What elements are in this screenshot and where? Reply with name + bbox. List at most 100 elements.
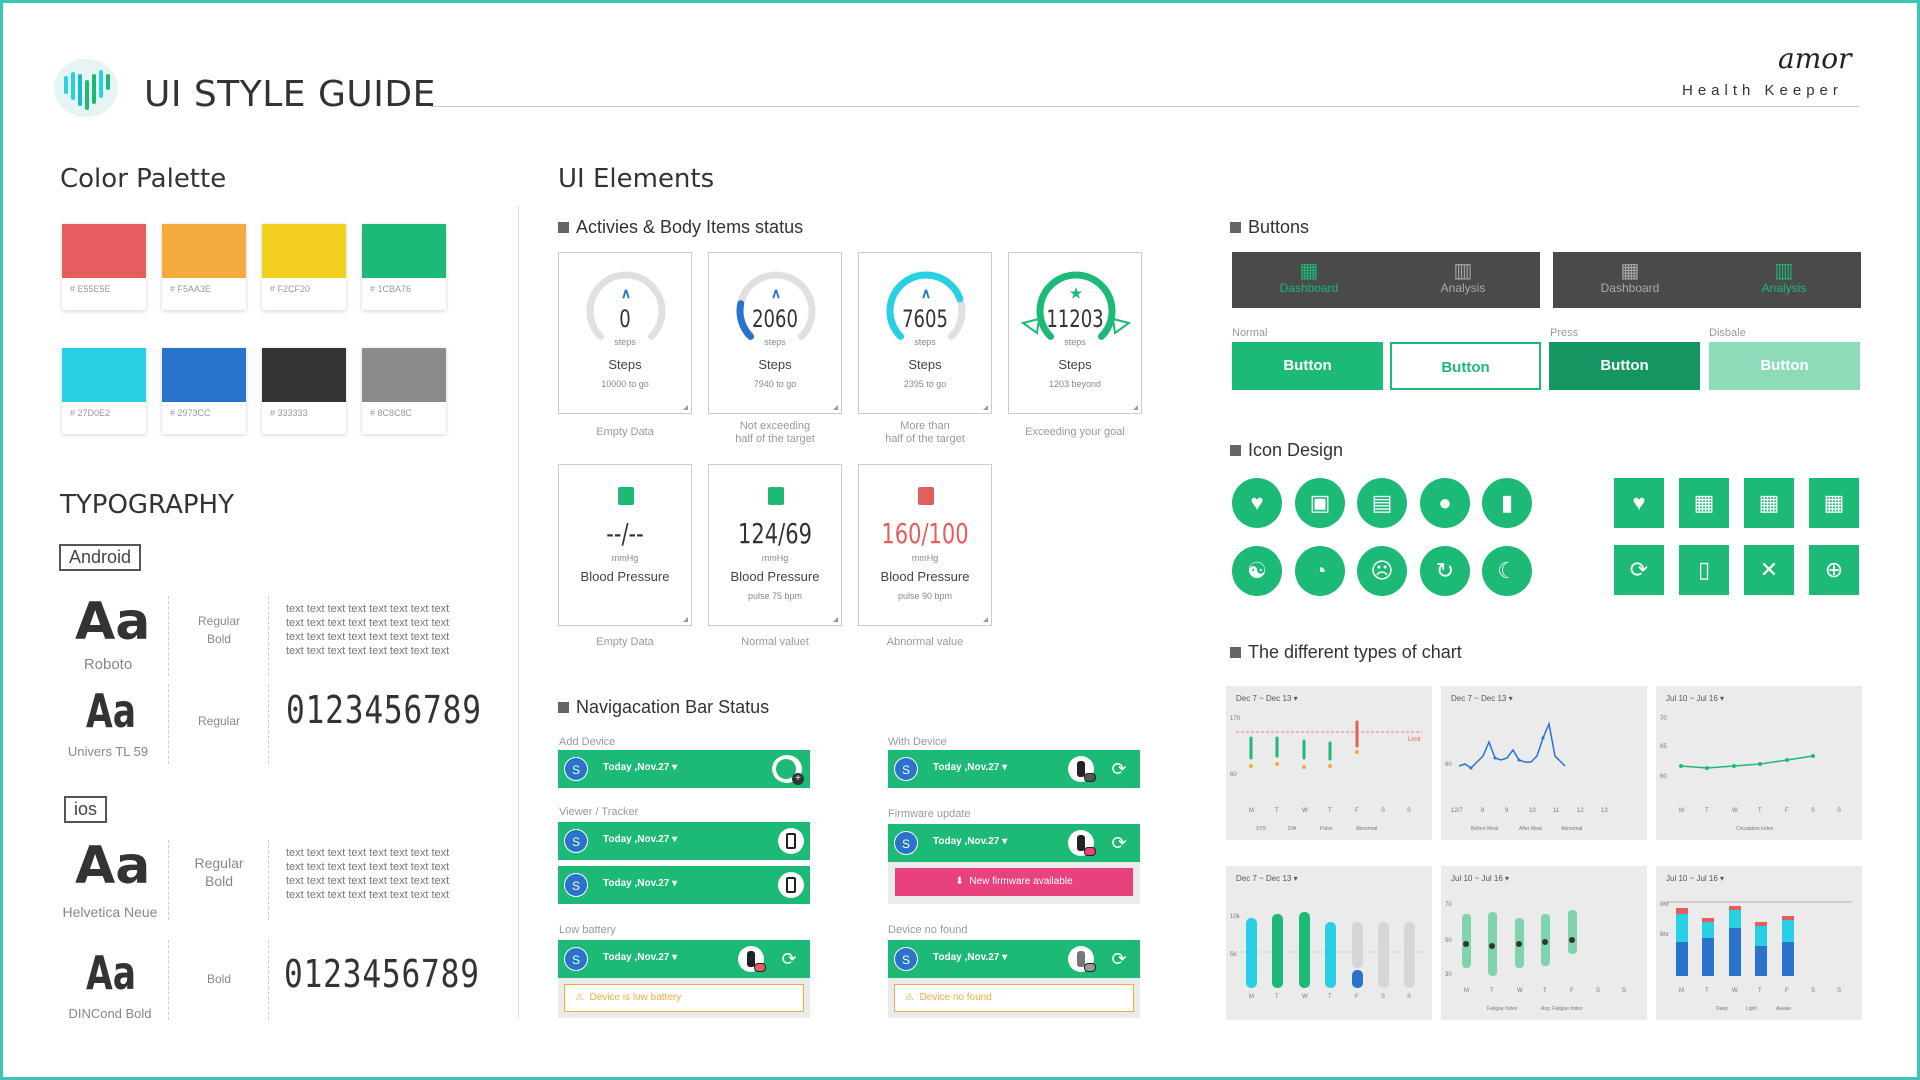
close-icon[interactable]: ✕	[1744, 545, 1794, 595]
step-icon: ∧	[770, 285, 782, 301]
navbar-tracker[interactable]: S Today ,Nov.27 ▾	[558, 866, 810, 904]
band-low-battery-icon[interactable]	[738, 946, 766, 972]
step-card[interactable]: ∧ 0 steps Steps 10000 to go	[558, 252, 692, 414]
heart-chart-icon[interactable]: ♥	[1614, 478, 1664, 528]
navbar-date[interactable]: Today ,Nov.27 ▾	[603, 952, 677, 963]
avatar[interactable]: S	[894, 757, 918, 781]
navbar-add-device[interactable]: S Today ,Nov.27 ▾ +	[558, 750, 810, 788]
dincond-name: DINCond Bold	[68, 1006, 152, 1021]
svg-text:8hr: 8hr	[1660, 902, 1669, 908]
dincond-weights: Bold	[206, 972, 232, 986]
step-card[interactable]: ∧ 7605 steps Steps 2395 to go	[858, 252, 992, 414]
navbar-with-device[interactable]: S Today ,Nov.27 ▾ ⟳	[888, 750, 1140, 788]
calendar-month-icon[interactable]: ▦	[1809, 478, 1859, 528]
pie-icon[interactable]: ◔	[1295, 546, 1345, 596]
svg-text:M: M	[1464, 988, 1469, 994]
swatch-hex: # F5AA3E	[170, 284, 212, 294]
svg-text:S: S	[1596, 988, 1600, 994]
button-pressed[interactable]: Button	[1549, 342, 1700, 390]
tab-dashboard[interactable]: ▦ Dashboard	[1232, 252, 1386, 308]
swatch-color	[262, 348, 346, 402]
svg-text:Limit: Limit	[1408, 737, 1421, 743]
phone-icon[interactable]	[778, 872, 804, 898]
button-outline[interactable]: Button	[1390, 342, 1541, 390]
blood-pressure-icon	[618, 487, 634, 505]
app-logo	[52, 52, 120, 118]
step-card[interactable]: ∧ 2060 steps Steps 7940 to go	[708, 252, 842, 414]
device-icon[interactable]: ▤	[1357, 478, 1407, 528]
type-divider	[268, 940, 269, 1020]
sync-icon[interactable]: ⟳	[1109, 759, 1129, 779]
calendar-week-icon[interactable]: ▦	[1744, 478, 1794, 528]
sync-icon[interactable]: ⟳	[1109, 833, 1129, 853]
avatar[interactable]: S	[564, 757, 588, 781]
navbar-date[interactable]: Today ,Nov.27 ▾	[933, 952, 1007, 963]
step-card[interactable]: ★ 11203 steps Steps 1203 beyond	[1008, 252, 1142, 414]
helvetica-weights: Regular Bold	[194, 855, 244, 889]
svg-text:W: W	[1302, 808, 1308, 814]
tab-analysis[interactable]: ▥ Analysis	[1386, 252, 1540, 308]
band-missing-icon[interactable]	[1068, 946, 1096, 972]
step-card-caption: Empty Data	[596, 426, 654, 438]
svg-text:F: F	[1355, 808, 1359, 814]
avatar[interactable]: S	[894, 831, 918, 855]
svg-text:70: 70	[1445, 902, 1452, 908]
heart-icon[interactable]: ♥	[1232, 478, 1282, 528]
svg-text:Avg. Fatigue Index: Avg. Fatigue Index	[1541, 1006, 1583, 1012]
yin-yang-icon[interactable]: ☯	[1232, 546, 1282, 596]
tab-analysis[interactable]: ▥ Analysis	[1707, 252, 1861, 308]
svg-text:70: 70	[1660, 716, 1667, 722]
svg-text:11: 11	[1553, 808, 1560, 814]
calendar-day-icon[interactable]: ▦	[1679, 478, 1729, 528]
avatar[interactable]: S	[564, 947, 588, 971]
tab-dashboard[interactable]: ▦ Dashboard	[1553, 252, 1707, 308]
step-card-caption: Exceeding your goal	[1025, 426, 1125, 438]
svg-text:65: 65	[1660, 744, 1667, 750]
add-device-icon[interactable]: +	[772, 755, 804, 785]
button-normal[interactable]: Button	[1232, 342, 1383, 390]
navbar-not-found[interactable]: S Today ,Nov.27 ▾ ⟳	[888, 940, 1140, 978]
sync-icon[interactable]: ⟳	[1614, 545, 1664, 595]
svg-text:T: T	[1758, 808, 1762, 814]
navbar-low-battery[interactable]: S Today ,Nov.27 ▾ ⟳	[558, 940, 810, 978]
avatar[interactable]: S	[564, 873, 588, 897]
ios-tag: ios	[64, 796, 108, 823]
sync-icon[interactable]: ⟳	[1109, 949, 1129, 969]
svg-text:Circulation Index: Circulation Index	[1736, 826, 1774, 832]
navbar-date[interactable]: Today ,Nov.27 ▾	[933, 762, 1007, 773]
navbar-date[interactable]: Today ,Nov.27 ▾	[603, 762, 677, 773]
svg-text:Abnormal: Abnormal	[1561, 826, 1582, 832]
phone-icon[interactable]	[778, 828, 804, 854]
blood-pressure-card[interactable]: 160/100 mmHg Blood Pressure pulse 90 bpm	[858, 464, 992, 626]
svg-text:F: F	[1570, 988, 1574, 994]
drop-icon[interactable]: ●	[1420, 478, 1470, 528]
avatar[interactable]: S	[894, 947, 918, 971]
navbar-date[interactable]: Today ,Nov.27 ▾	[603, 834, 677, 845]
sad-face-icon[interactable]: ☹	[1357, 546, 1407, 596]
navbar-date[interactable]: Today ,Nov.27 ▾	[603, 878, 677, 889]
navbar-date[interactable]: Today ,Nov.27 ▾	[933, 836, 1007, 847]
thermometer-icon[interactable]: ▮	[1482, 478, 1532, 528]
navbar-viewer[interactable]: S Today ,Nov.27 ▾	[558, 822, 810, 860]
band-icon[interactable]	[1068, 756, 1096, 782]
avatar[interactable]: S	[564, 829, 588, 853]
svg-text:60: 60	[1230, 772, 1237, 778]
navbar-firmware[interactable]: S Today ,Nov.27 ▾ ⟳	[888, 824, 1140, 862]
svg-text:M: M	[1249, 994, 1254, 1000]
scale-icon[interactable]: ▣	[1295, 478, 1345, 528]
trash-icon[interactable]: ▯	[1679, 545, 1729, 595]
drop-sync-icon[interactable]: ↻	[1420, 546, 1470, 596]
blood-pressure-card[interactable]: 124/69 mmHg Blood Pressure pulse 75 bpm	[708, 464, 842, 626]
sleep-icon[interactable]: ☾	[1482, 546, 1532, 596]
ui-elements-title: UI Elements	[558, 164, 715, 194]
sync-icon[interactable]: ⟳	[779, 949, 799, 969]
add-icon[interactable]: ⊕	[1809, 545, 1859, 595]
firmware-update-button[interactable]: ⬇ New firmware available	[895, 868, 1133, 896]
roboto-weights: Regular Bold	[197, 614, 241, 646]
bp-value: 160/100	[881, 517, 969, 550]
swatch-hex: # 27D0E2	[70, 408, 111, 418]
band-update-icon[interactable]	[1068, 830, 1096, 856]
chart-blood-glucose: Dec 7 ~ Dec 13 ▾ 60 12/7 8 9 10 11 12 13 Befor…	[1441, 686, 1647, 840]
analysis-icon: ▥	[1774, 260, 1794, 282]
blood-pressure-card[interactable]: --/-- mmHg Blood Pressure	[558, 464, 692, 626]
